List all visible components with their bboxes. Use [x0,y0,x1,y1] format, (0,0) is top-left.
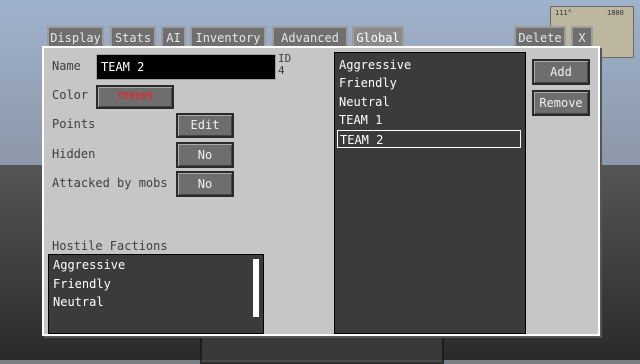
delete-button[interactable]: Delete [514,26,566,46]
color-button[interactable]: f00b09 [96,85,174,109]
selected-list-item[interactable]: TEAM 2 [337,130,521,148]
list-item[interactable]: TEAM 1 [339,111,382,129]
close-button[interactable]: X [571,26,593,46]
hostile-factions-label: Hostile Factions [52,239,168,253]
list-item[interactable]: Neutral [339,93,390,111]
name-field[interactable]: TEAM 2 [96,54,276,80]
tab-display[interactable]: Display [47,26,104,46]
minimap-right-text: 1800 [607,9,624,17]
faction-window: Name TEAM 2 ID 4 Color f00b09 Points Edi… [42,46,600,336]
points-label: Points [52,117,96,131]
hidden-toggle-button[interactable]: No [176,142,234,168]
list-item[interactable]: Neutral [53,293,104,311]
tab-stats[interactable]: Stats [110,26,156,46]
hidden-label: Hidden [52,147,96,161]
color-label: Color [52,88,89,102]
hostile-factions-list[interactable]: Aggressive Friendly Neutral [48,254,264,334]
id-value: 4 [278,64,285,77]
factions-list[interactable]: Aggressive Friendly Neutral TEAM 1 TEAM … [334,52,526,334]
hostile-list-scrollbar[interactable] [253,259,259,317]
points-edit-button[interactable]: Edit [176,113,234,138]
tab-advanced[interactable]: Advanced [272,26,348,46]
list-item[interactable]: Friendly [53,275,111,293]
attacked-toggle-button[interactable]: No [176,171,234,197]
remove-button[interactable]: Remove [532,90,590,116]
list-item[interactable]: Aggressive [53,256,125,274]
add-button[interactable]: Add [532,59,590,85]
list-item[interactable]: Aggressive [339,56,411,74]
tab-ai[interactable]: AI [161,26,186,46]
tab-inventory[interactable]: Inventory [190,26,266,46]
minimap-left-text: 111° [555,9,572,17]
tab-global[interactable]: Global [352,26,404,46]
list-item[interactable]: Friendly [339,74,397,92]
attacked-label: Attacked by mobs [52,176,168,190]
name-label: Name [52,59,81,73]
